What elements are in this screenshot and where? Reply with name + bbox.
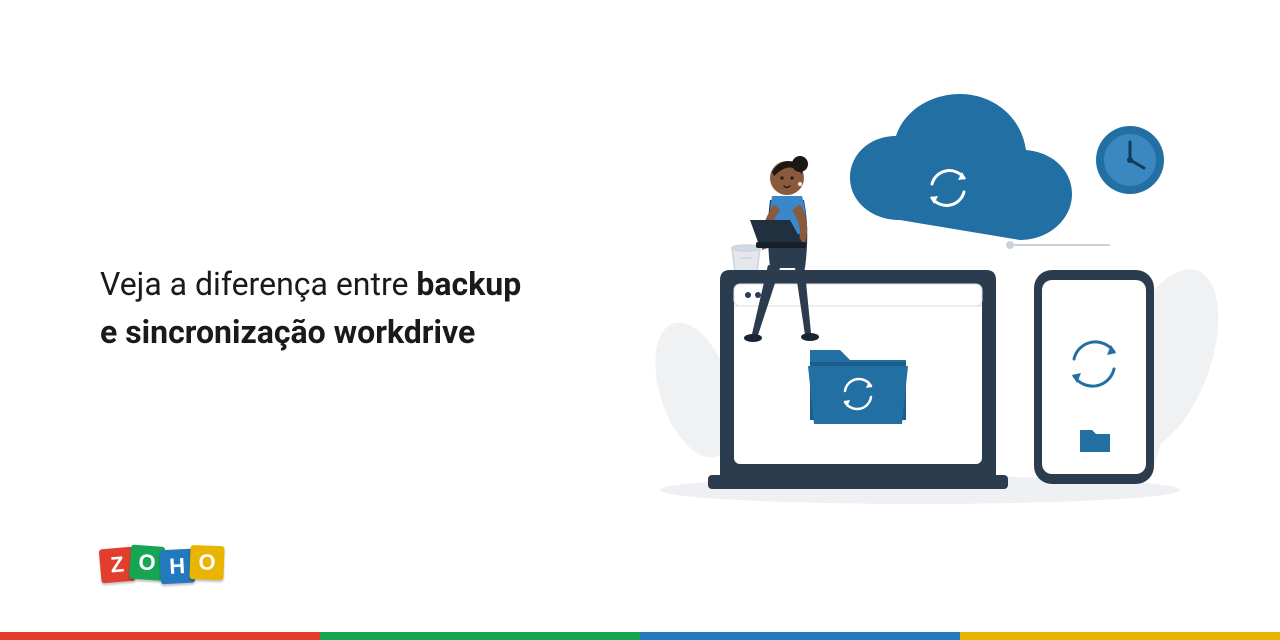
page-title: Veja a diferença entre backup e sincroni… [100,260,620,356]
folder-sync-icon [808,350,908,424]
footer-stripe-blue [640,632,960,640]
title-line2-bold: e sincronização workdrive [100,313,475,351]
zoho-logo: Z O H O [100,546,236,580]
logo-letter-o2: O [189,545,224,580]
footer-color-bar [0,632,1280,640]
title-line1-bold: backup [416,265,521,303]
footer-stripe-yellow [960,632,1280,640]
footer-stripe-green [320,632,640,640]
clock-icon [1096,126,1164,194]
cloud-sync-icon [850,94,1072,240]
title-line1-prefix: Veja a diferença entre [100,265,416,303]
phone-sync-icon [1034,270,1154,484]
hero-illustration [640,90,1220,510]
footer-stripe-red [0,632,320,640]
laptop-icon [708,270,1008,489]
